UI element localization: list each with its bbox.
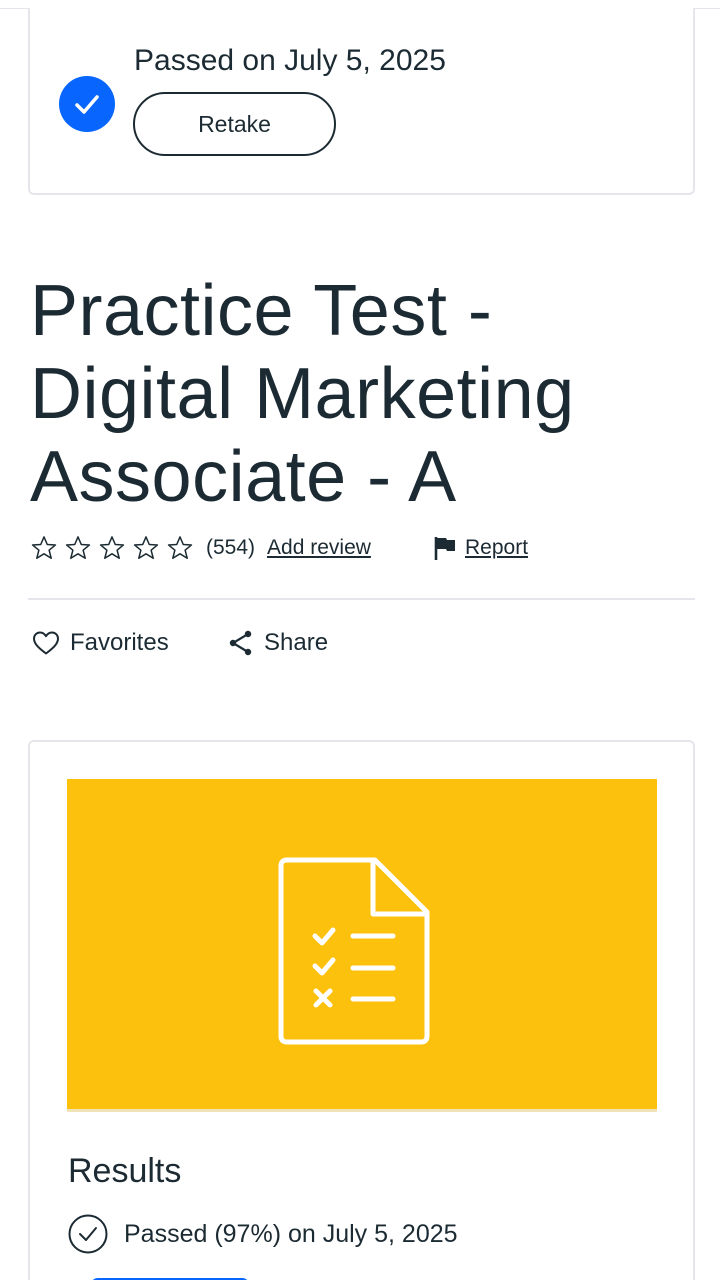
star-outline-icon (31, 536, 57, 560)
star-outline-icon (167, 536, 193, 560)
star-outline-icon (99, 536, 125, 560)
star-outline-icon (133, 536, 159, 560)
share-icon (229, 630, 252, 656)
flag-icon (434, 537, 455, 560)
page-title: Practice Test - Digital Marketing Associ… (30, 271, 575, 517)
rating-row: (554) Add review (30, 531, 371, 565)
report-link[interactable]: Report (433, 531, 528, 565)
rating-stars (30, 534, 194, 562)
status-card: Passed on July 5, 2025 Retake (28, 8, 695, 195)
results-summary-row: Passed (97%) on July 5, 2025 (68, 1214, 458, 1254)
check-circle-icon (59, 76, 115, 132)
favorites-label: Favorites (70, 629, 169, 656)
star-outline-icon (65, 536, 91, 560)
results-summary: Passed (97%) on July 5, 2025 (124, 1219, 458, 1248)
passed-date-label: Passed on July 5, 2025 (134, 44, 446, 77)
check-outline-icon (68, 1214, 108, 1254)
report-label: Report (465, 536, 529, 559)
share-label: Share (264, 629, 329, 656)
review-count: (554) (206, 536, 256, 559)
share-button[interactable]: Share (228, 625, 328, 661)
add-review-link[interactable]: Add review (267, 536, 371, 560)
heart-icon (33, 631, 59, 655)
results-heading: Results (68, 1152, 182, 1190)
retake-button[interactable]: Retake (133, 92, 336, 156)
favorites-button[interactable]: Favorites (32, 625, 169, 661)
section-divider (28, 598, 695, 600)
checklist-document-icon (278, 857, 430, 1045)
results-card: Results Passed (97%) on July 5, 2025 (28, 740, 695, 1280)
test-banner (67, 779, 657, 1112)
